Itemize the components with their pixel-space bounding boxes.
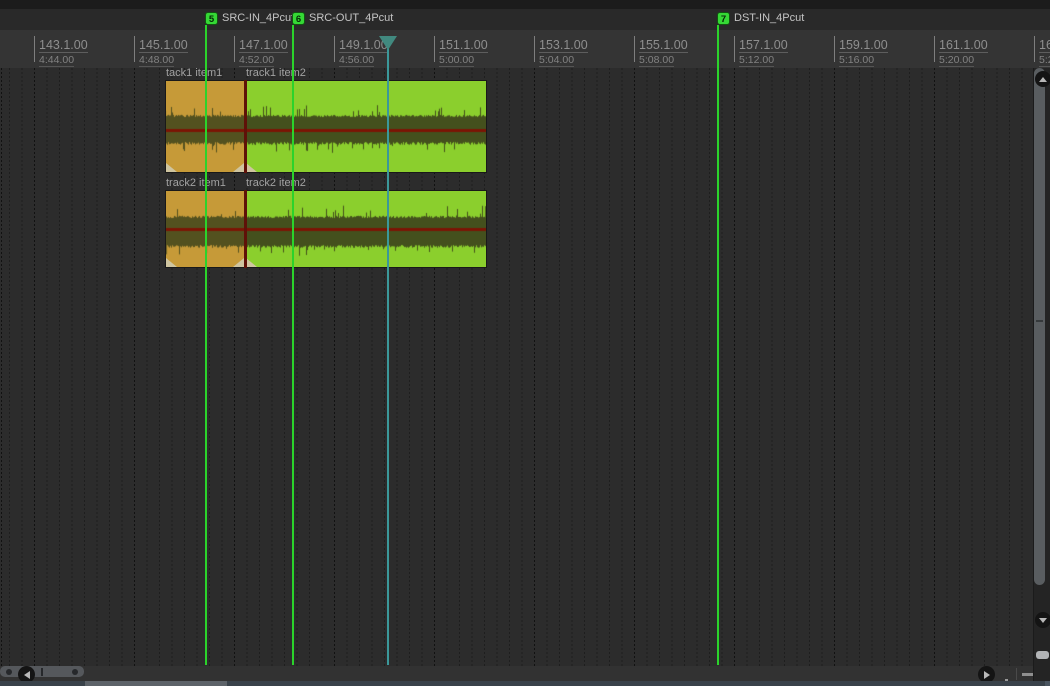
time-label: 5:20.00 xyxy=(939,54,974,67)
ruler-tick: 147.1.004:52.00 xyxy=(234,36,288,62)
bottom-edge-thumb[interactable] xyxy=(85,681,227,686)
edit-cursor-line[interactable] xyxy=(387,36,389,665)
item-label: tack1 item1 xyxy=(166,67,222,79)
marker-line[interactable] xyxy=(292,25,294,665)
hscroll-thumb-dot xyxy=(72,669,78,675)
ruler-tick: 155.1.005:08.00 xyxy=(634,36,688,62)
measure-label: 147.1.00 xyxy=(239,39,288,53)
vscroll-thumb[interactable] xyxy=(1034,68,1045,585)
time-label: 4:52.00 xyxy=(239,54,274,67)
time-label: 5:12.00 xyxy=(739,54,774,67)
top-strip xyxy=(0,0,1050,9)
fade-handle[interactable] xyxy=(166,163,177,172)
measure-label: 153.1.00 xyxy=(539,39,588,53)
bottom-edge-corner xyxy=(1045,681,1050,686)
ruler-tick: 153.1.005:04.00 xyxy=(534,36,588,62)
ruler-tick: 161.1.005:20.00 xyxy=(934,36,988,62)
marker-lane[interactable] xyxy=(0,9,1050,30)
vzoom-out-button[interactable] xyxy=(1036,651,1049,659)
time-label: 5:04.00 xyxy=(539,54,574,67)
time-label: 5:08.00 xyxy=(639,54,674,67)
marker-5-badge[interactable]: 5 xyxy=(205,12,218,25)
measure-label: 155.1.00 xyxy=(639,39,688,53)
measure-label: 159.1.00 xyxy=(839,39,888,53)
measure-label: 145.1.00 xyxy=(139,39,188,53)
measure-label: 163.1.00 xyxy=(1039,39,1050,53)
item-junction-line xyxy=(244,80,247,173)
triangle-up-icon xyxy=(1039,77,1047,82)
hscroll-thumb-dot xyxy=(6,669,12,675)
ruler-tick: 151.1.005:00.00 xyxy=(434,36,488,62)
time-label: 5:00.00 xyxy=(439,54,474,67)
vscroll-thumb-grip xyxy=(1036,320,1043,322)
hscroll-thumb-grip xyxy=(41,668,43,676)
button-divider xyxy=(1016,668,1017,680)
ruler-tick: 159.1.005:16.00 xyxy=(834,36,888,62)
vertical-scrollbar[interactable] xyxy=(1033,68,1050,686)
time-label: 4:44.00 xyxy=(39,54,74,67)
vscroll-up-button[interactable] xyxy=(1035,71,1050,87)
audio-item[interactable] xyxy=(245,190,487,268)
time-label: 5:24.00 xyxy=(1039,54,1050,67)
measure-label: 151.1.00 xyxy=(439,39,488,53)
triangle-left-icon xyxy=(24,671,30,679)
arrange-area[interactable] xyxy=(0,68,1033,666)
measure-label: 157.1.00 xyxy=(739,39,788,53)
marker-7-badge[interactable]: 7 xyxy=(717,12,730,25)
ruler-tick: 163.1.005:24.00 xyxy=(1034,36,1050,62)
time-label: 4:56.00 xyxy=(339,54,374,67)
item-label: track2 item1 xyxy=(166,177,226,189)
item-label: track1 item2 xyxy=(246,67,306,79)
marker-label: SRC-IN_4Pcut xyxy=(222,11,294,25)
vscroll-down-button[interactable] xyxy=(1035,612,1050,628)
marker-label: DST-IN_4Pcut xyxy=(734,11,804,25)
fade-handle[interactable] xyxy=(246,163,257,172)
measure-label: 161.1.00 xyxy=(939,39,988,53)
horizontal-scrollbar[interactable] xyxy=(0,666,1033,681)
marker-line[interactable] xyxy=(717,25,719,665)
edit-cursor-handle[interactable] xyxy=(379,36,397,50)
bottom-edge-strip xyxy=(0,681,1050,686)
hscroll-thumb[interactable] xyxy=(0,666,84,677)
triangle-right-icon xyxy=(984,671,990,679)
time-label: 5:16.00 xyxy=(839,54,874,67)
item-junction-line xyxy=(244,190,247,268)
ruler-tick: 157.1.005:12.00 xyxy=(734,36,788,62)
waveform-canvas xyxy=(245,190,487,268)
reaper-arrange-window: 143.1.004:44.00145.1.004:48.00147.1.004:… xyxy=(0,0,1050,686)
marker-6-badge[interactable]: 6 xyxy=(292,12,305,25)
fade-handle[interactable] xyxy=(233,258,244,267)
measure-label: 143.1.00 xyxy=(39,39,88,53)
fade-handle[interactable] xyxy=(246,258,257,267)
ruler-tick: 145.1.004:48.00 xyxy=(134,36,188,62)
grid-overlay xyxy=(0,68,1033,666)
fade-handle[interactable] xyxy=(166,258,177,267)
audio-item[interactable] xyxy=(245,80,487,173)
hzoom-out-button[interactable] xyxy=(1022,673,1033,676)
marker-label: SRC-OUT_4Pcut xyxy=(309,11,393,25)
waveform-canvas xyxy=(245,80,487,173)
ruler-tick: 143.1.004:44.00 xyxy=(34,36,88,62)
marker-line[interactable] xyxy=(205,25,207,665)
time-label: 4:48.00 xyxy=(139,54,174,67)
item-label: track2 item2 xyxy=(246,177,306,189)
triangle-down-icon xyxy=(1039,618,1047,623)
fade-handle[interactable] xyxy=(233,163,244,172)
timeline-ruler[interactable]: 143.1.004:44.00145.1.004:48.00147.1.004:… xyxy=(0,30,1050,69)
